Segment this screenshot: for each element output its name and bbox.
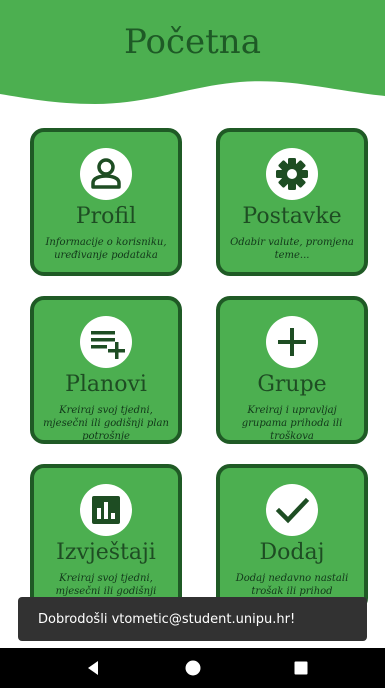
back-icon[interactable] bbox=[84, 658, 104, 678]
system-navigation-bar bbox=[0, 648, 385, 688]
card-izvjestaji[interactable]: Izvještaji Kreiraj svoj tjedni, mjesečni… bbox=[30, 464, 182, 612]
snackbar-message: Dobrodošli vtometic@student.unipu.hr! bbox=[38, 611, 296, 627]
header: Početna bbox=[0, 0, 385, 112]
gear-icon bbox=[266, 148, 318, 200]
card-title: Profil bbox=[75, 204, 137, 229]
card-description: Dodaj nedavno nastali trošak ili prihod bbox=[235, 573, 349, 597]
card-title: Planovi bbox=[65, 372, 147, 397]
card-description: Informacije o korisniku, uređivanje poda… bbox=[45, 237, 167, 261]
recents-icon[interactable] bbox=[291, 658, 311, 678]
card-title: Dodaj bbox=[259, 540, 325, 565]
card-planovi[interactable]: Planovi Kreiraj svoj tjedni, mjesečni il… bbox=[30, 296, 182, 444]
card-grupe[interactable]: Grupe Kreiraj i upravljaj grupama prihod… bbox=[216, 296, 368, 444]
welcome-snackbar: Dobrodošli vtometic@student.unipu.hr! bbox=[18, 597, 367, 641]
card-title: Izvještaji bbox=[56, 540, 156, 565]
playlist-add-icon bbox=[80, 316, 132, 368]
card-title: Postavke bbox=[242, 204, 342, 229]
card-title: Grupe bbox=[257, 372, 327, 397]
card-dodaj[interactable]: Dodaj Dodaj nedavno nastali trošak ili p… bbox=[216, 464, 368, 612]
card-description: Kreiraj i upravljaj grupama prihoda ili … bbox=[241, 405, 343, 442]
person-icon bbox=[80, 148, 132, 200]
home-icon[interactable] bbox=[183, 658, 203, 678]
page-title: Početna bbox=[124, 22, 261, 62]
card-profil[interactable]: Profil Informacije o korisniku, uređivan… bbox=[30, 128, 182, 276]
card-description: Odabir valute, promjena teme... bbox=[230, 237, 354, 261]
bar-chart-icon bbox=[80, 484, 132, 536]
card-postavke[interactable]: Postavke Odabir valute, promjena teme... bbox=[216, 128, 368, 276]
check-icon bbox=[266, 484, 318, 536]
card-description: Kreiraj svoj tjedni, mjesečni ili godišn… bbox=[43, 405, 169, 442]
plus-icon bbox=[266, 316, 318, 368]
